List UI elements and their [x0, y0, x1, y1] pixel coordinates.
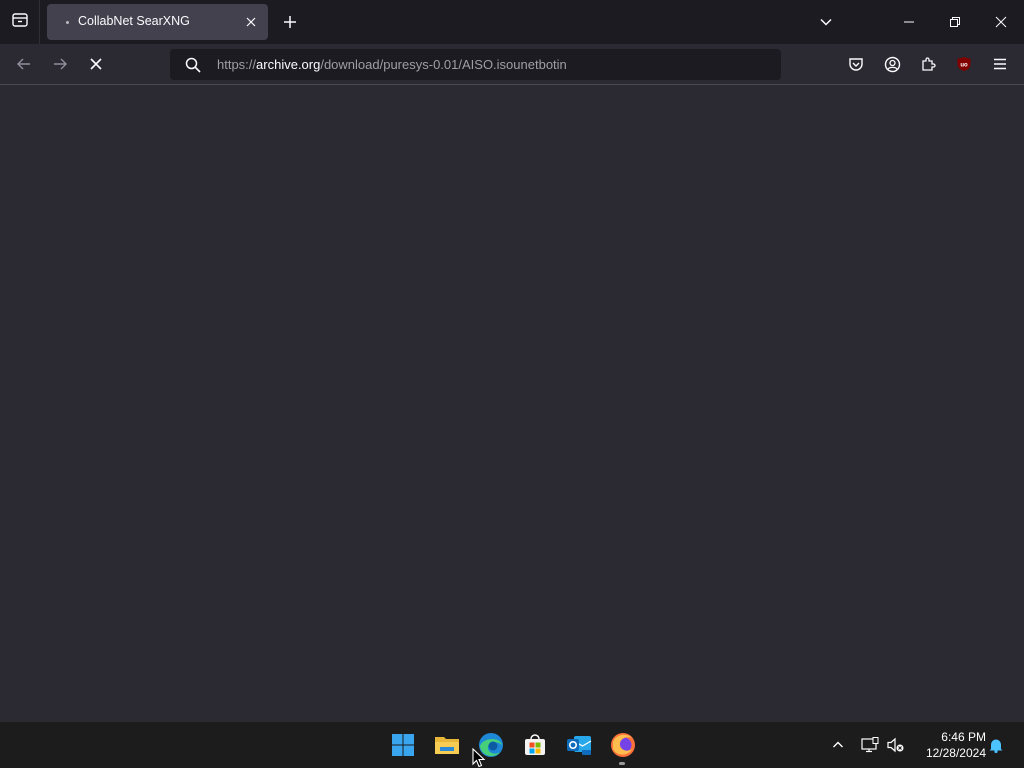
extensions-button[interactable]	[914, 50, 942, 78]
pocket-icon	[849, 58, 863, 71]
ublock-origin-button[interactable]: uo	[950, 50, 978, 78]
network-button[interactable]	[859, 734, 881, 756]
chevron-up-icon	[833, 741, 843, 748]
clock-time: 6:46 PM	[941, 730, 986, 744]
mouse-cursor-icon	[472, 748, 486, 768]
chevron-down-icon	[820, 18, 832, 26]
close-window-button[interactable]	[978, 0, 1024, 44]
account-button[interactable]	[878, 50, 906, 78]
plus-icon	[284, 16, 296, 28]
new-tab-button[interactable]	[276, 8, 304, 36]
firefox-icon	[611, 733, 635, 757]
tab-strip: CollabNet SearXNG	[0, 0, 1024, 44]
ublock-badge: uo	[960, 63, 968, 69]
folder-icon	[435, 737, 459, 754]
windows-taskbar: 6:46 PM 12/28/2024	[0, 721, 1024, 768]
outlook-button[interactable]	[563, 729, 595, 761]
firefox-view-icon	[11, 11, 29, 34]
minimize-icon	[904, 21, 914, 23]
file-explorer-button[interactable]	[431, 729, 463, 761]
stop-icon	[90, 58, 102, 70]
volume-button[interactable]	[885, 734, 907, 756]
account-icon	[884, 56, 900, 72]
url-text[interactable]: https://archive.org/download/puresys-0.0…	[217, 57, 567, 72]
hamburger-menu-icon	[994, 58, 1006, 70]
back-button[interactable]	[9, 49, 39, 79]
tab-active[interactable]: CollabNet SearXNG	[47, 4, 268, 40]
microsoft-store-button[interactable]	[519, 729, 551, 761]
url-scheme: https://	[217, 57, 257, 72]
restore-icon	[950, 17, 960, 27]
close-icon	[246, 17, 256, 27]
url-host: archive.org	[256, 57, 321, 72]
show-hidden-icons-button[interactable]	[827, 734, 849, 756]
outlook-icon	[567, 736, 592, 755]
forward-button[interactable]	[45, 49, 75, 79]
page-content-area	[0, 85, 1024, 721]
stop-button[interactable]	[81, 49, 111, 79]
tab-loading-indicator	[66, 21, 69, 24]
volume-muted-icon	[887, 737, 904, 753]
firefox-taskbar-button[interactable]	[607, 729, 639, 761]
list-all-tabs-button[interactable]	[812, 8, 840, 36]
app-menu-button[interactable]	[986, 50, 1014, 78]
notifications-button[interactable]	[985, 734, 1007, 756]
taskbar-clock[interactable]: 6:46 PM 12/28/2024	[912, 729, 986, 761]
firefox-running-indicator	[619, 762, 625, 765]
close-icon	[995, 16, 1007, 28]
pocket-button[interactable]	[842, 50, 870, 78]
back-arrow-icon	[17, 58, 30, 70]
start-button[interactable]	[387, 729, 419, 761]
network-icon	[861, 737, 879, 753]
restore-button[interactable]	[932, 0, 978, 44]
url-path: /download/puresys-0.01/AISO.isounetbotin	[320, 57, 567, 72]
forward-arrow-icon	[54, 58, 67, 70]
store-bag-icon	[525, 734, 545, 755]
bell-icon	[989, 739, 1003, 753]
extensions-icon	[922, 57, 936, 71]
search-icon	[185, 57, 201, 73]
ublock-origin-icon: uo	[957, 57, 971, 71]
url-bar[interactable]: https://archive.org/download/puresys-0.0…	[170, 49, 781, 80]
tab-close-button[interactable]	[242, 13, 260, 31]
minimize-button[interactable]	[886, 0, 932, 44]
navigation-toolbar: https://archive.org/download/puresys-0.0…	[0, 44, 1024, 85]
windows-logo-icon	[392, 734, 414, 756]
clock-date: 12/28/2024	[925, 746, 986, 760]
firefox-view-button[interactable]	[0, 0, 40, 44]
tab-title: CollabNet SearXNG	[78, 14, 190, 28]
